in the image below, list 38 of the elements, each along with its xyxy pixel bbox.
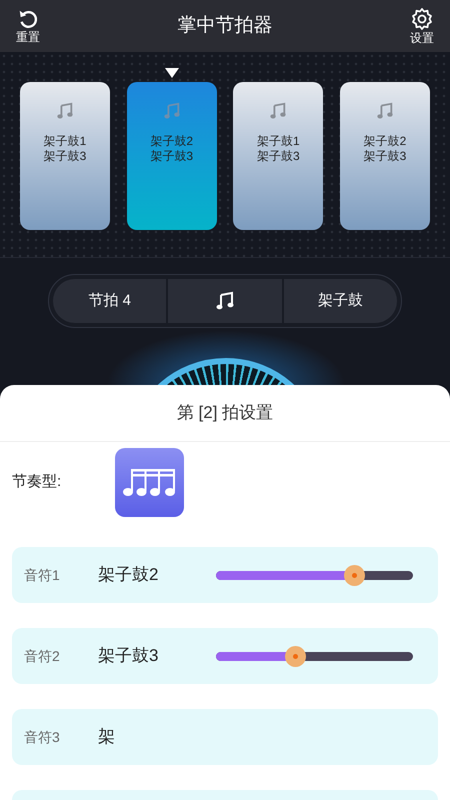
sixteenth-notes-icon	[122, 467, 176, 497]
beat-sound: 架子鼓2	[150, 134, 193, 149]
slider-thumb[interactable]	[344, 564, 365, 586]
beat-sound: 架子鼓3	[364, 149, 406, 164]
instrument-button[interactable]: 架子鼓	[284, 279, 397, 323]
app-title: 掌中节拍器	[178, 14, 272, 38]
rhythm-label: 节奏型:	[12, 472, 62, 492]
note-sound: 架子鼓3	[98, 645, 160, 668]
beat-card[interactable]: 架子鼓1 架子鼓3	[233, 82, 324, 230]
pointer-icon	[164, 68, 179, 78]
slider-thumb[interactable]	[284, 646, 306, 666]
music-note-icon	[162, 102, 181, 120]
music-note-icon	[269, 102, 288, 120]
note-sound: 架子鼓2	[98, 564, 160, 586]
beat-card[interactable]: 架子鼓2 架子鼓3	[340, 82, 430, 230]
reset-button[interactable]: 重置	[16, 8, 40, 44]
rhythm-button[interactable]	[115, 448, 184, 516]
note-label: 音符3	[24, 728, 61, 746]
music-note-icon	[214, 291, 235, 311]
note-label: 音符1	[24, 566, 61, 584]
note-sound: 架	[98, 726, 116, 748]
reset-icon	[17, 8, 39, 30]
beat-card[interactable]: 架子鼓1 架子鼓3	[20, 82, 110, 230]
beat-sound: 架子鼓3	[44, 149, 86, 164]
beat-sound: 架子鼓3	[256, 149, 300, 164]
beat-card[interactable]: 架子鼓2 架子鼓3	[126, 82, 217, 230]
beat-sound: 架子鼓2	[364, 134, 406, 149]
beat-sound: 架子鼓3	[150, 149, 193, 164]
settings-button[interactable]: 设置	[410, 7, 434, 45]
note-label: 音符2	[24, 646, 61, 666]
note-button[interactable]	[168, 279, 282, 323]
music-note-icon	[376, 102, 394, 120]
beat-sound: 架子鼓1	[44, 134, 86, 149]
beat-sound: 架子鼓1	[256, 134, 300, 149]
sheet-title: 第 [2] 拍设置	[0, 385, 450, 442]
beat-count-button[interactable]: 节拍 4	[53, 279, 166, 323]
music-note-icon	[56, 102, 74, 120]
settings-icon	[410, 7, 434, 31]
